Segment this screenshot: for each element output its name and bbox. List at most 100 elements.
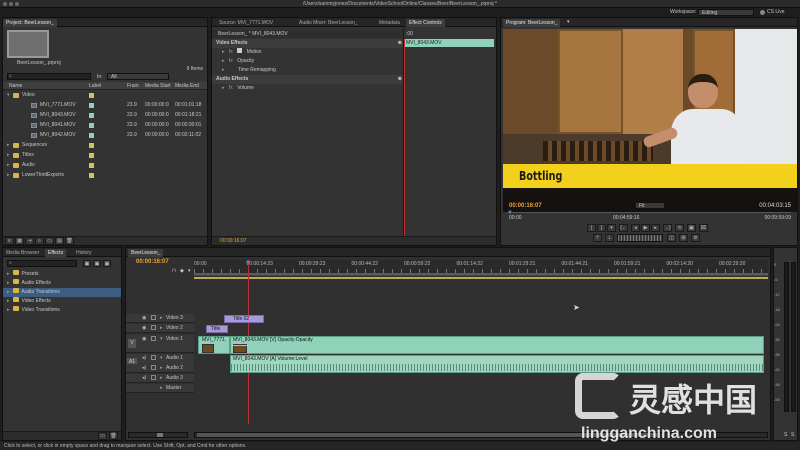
workspace-select[interactable]: Editing (698, 9, 754, 16)
expand-triangle-icon[interactable]: ▾ (7, 91, 10, 100)
ec-item-opacity[interactable]: ▸ fx Opacity (212, 57, 404, 66)
ec-clip-bar[interactable]: MVI_8043.MOV (404, 39, 494, 47)
snap-icon[interactable]: ⊓ (172, 268, 176, 274)
extract-icon[interactable]: ⇣ (605, 234, 614, 242)
delete-icon[interactable]: 🗑 (109, 432, 118, 440)
track-header[interactable]: ◂) ▸ Audio 2 (126, 364, 194, 373)
go-to-out-icon[interactable]: →} (663, 224, 672, 232)
project-folder-row[interactable]: ▸ LowerThirdExports (3, 171, 207, 180)
32bit-effects-icon[interactable]: ▣ (93, 260, 101, 267)
project-search-input[interactable]: ⌕ (7, 73, 91, 80)
fx-icon[interactable]: fx (229, 85, 233, 91)
program-ruler[interactable]: ▼ 00:00 00:04:59:16 00:09:59:09 (507, 210, 791, 224)
label-swatch[interactable] (89, 143, 94, 148)
ec-bottom-timecode[interactable]: 00:00:16:07 (220, 238, 246, 244)
tab-history[interactable]: History (73, 249, 95, 257)
icon-view-icon[interactable]: ▦ (15, 237, 24, 245)
ec-audio-toggle-icon[interactable]: ⊛ (398, 75, 402, 84)
eye-icon[interactable]: ◉ (142, 336, 146, 342)
tab-effects[interactable]: Effects (45, 249, 67, 257)
export-frame-icon[interactable]: ⌧ (699, 224, 708, 232)
lock-icon[interactable] (151, 375, 156, 380)
project-clip-row[interactable]: MVI_8043.MOV 23.9 00:00:00:0 00:01:18:21 (3, 111, 207, 120)
label-swatch[interactable] (89, 133, 94, 138)
project-folder-row[interactable]: ▸ Titles (3, 151, 207, 160)
project-clip-row[interactable]: MVI_8041.MOV 23.9 00:00:00:0 00:00:30:01 (3, 121, 207, 130)
program-menu-icon[interactable]: ▾ (567, 19, 570, 25)
effects-folder-row[interactable]: ▸ Presets (3, 270, 121, 279)
effects-search-input[interactable]: ⌕ (7, 260, 77, 267)
marker-icon[interactable]: ◆ (180, 268, 184, 274)
tab-audio-mixer[interactable]: Audio Mixer: BeerLesson_ (296, 19, 361, 27)
expand-triangle-icon[interactable]: ▸ (222, 58, 225, 64)
loop-icon[interactable]: ⟲ (675, 224, 684, 232)
list-view-icon[interactable]: ≡ (5, 237, 14, 245)
expand-triangle-icon[interactable]: ▸ (160, 315, 163, 321)
program-fit-select[interactable]: Fit (635, 202, 665, 209)
track-header[interactable]: V ◉ ▾ Video 1 (126, 335, 194, 353)
effects-folder-row[interactable]: ▸ Video Transitions (3, 306, 121, 315)
expand-triangle-icon[interactable]: ▸ (7, 141, 10, 150)
label-swatch[interactable] (89, 93, 94, 98)
multicam-icon[interactable]: ⊞ (679, 234, 688, 242)
expand-triangle-icon[interactable]: ▸ (222, 49, 225, 55)
mark-in-icon[interactable]: { (587, 224, 596, 232)
timeline-ruler[interactable]: 00:00 00:00:14:23 00:00:29:23 00:00:44:22 00… (194, 260, 768, 276)
new-bin-icon[interactable]: ▭ (98, 432, 107, 440)
clear-icon[interactable]: 🗑 (65, 237, 74, 245)
lock-icon[interactable] (151, 315, 156, 320)
play-icon[interactable]: ▶ (641, 224, 650, 232)
eye-icon[interactable]: ◉ (142, 315, 146, 321)
col-frame[interactable]: Fram (127, 82, 139, 90)
col-label[interactable]: Label (89, 82, 101, 90)
track-header[interactable]: ◂) ▸ Audio 3 (126, 374, 194, 383)
lift-icon[interactable]: ⇡ (593, 234, 602, 242)
yuv-effects-icon[interactable]: ▣ (103, 260, 111, 267)
expand-triangle-icon[interactable]: ▸ (7, 171, 10, 180)
project-folder-row[interactable]: ▾ Video (3, 91, 207, 100)
tab-sequence[interactable]: BeerLesson_ (128, 249, 164, 257)
track-header[interactable]: ◉ ▸ Video 3 (126, 314, 194, 323)
source-patch-video[interactable]: V (128, 339, 136, 348)
safe-margins-icon[interactable]: ▣ (687, 224, 696, 232)
fx-icon[interactable]: fx (229, 49, 233, 55)
tab-program[interactable]: Program: BeerLesson_ (503, 19, 561, 27)
expand-triangle-icon[interactable]: ▸ (7, 289, 10, 295)
find-icon[interactable]: ⌕ (35, 237, 44, 245)
clip-title[interactable]: Title (206, 325, 228, 333)
expand-triangle-icon[interactable]: ▸ (160, 325, 163, 331)
cs-live-label[interactable]: CS Live (767, 9, 785, 15)
clip-mvi-7771[interactable]: MVI_7771. (198, 336, 230, 354)
program-timecode[interactable]: 00:00:16:07 (509, 203, 542, 209)
effects-folder-row[interactable]: ▸ Video Effects (3, 297, 121, 306)
speaker-icon[interactable]: ◂) (142, 375, 146, 381)
project-folder-row[interactable]: ▸ Sequences (3, 141, 207, 150)
marker-icon[interactable]: ▾ (607, 224, 616, 232)
label-swatch[interactable] (89, 173, 94, 178)
work-area-bar[interactable] (194, 273, 768, 275)
keyframe-icon[interactable]: ▾ (188, 268, 191, 274)
track-header[interactable]: ▸ Master (126, 384, 194, 393)
ec-item-time-remapping[interactable]: ▸ Time Remapping (212, 66, 404, 75)
mark-out-icon[interactable]: } (597, 224, 606, 232)
jog-shuttle[interactable] (617, 234, 663, 242)
zoom-slider[interactable] (128, 432, 188, 438)
settings-icon[interactable]: ⚙ (691, 234, 700, 242)
opacity-line[interactable] (231, 345, 763, 346)
expand-triangle-icon[interactable]: ▸ (7, 298, 10, 304)
tab-metadata[interactable]: Metadata (376, 19, 403, 27)
clip-mvi-8043-video[interactable]: MVI_8043.MOV [V] Opacity:Opacity (230, 336, 764, 354)
label-swatch[interactable] (89, 113, 94, 118)
expand-triangle-icon[interactable]: ▸ (7, 151, 10, 160)
ec-item-motion[interactable]: ▸ fx Motion (212, 48, 404, 57)
expand-triangle-icon[interactable]: ▸ (160, 375, 163, 381)
ec-video-toggle-icon[interactable]: ⊛ (398, 39, 402, 48)
effects-folder-row[interactable]: ▸ Audio Effects (3, 279, 121, 288)
label-swatch[interactable] (89, 103, 94, 108)
cs-live-icon[interactable] (760, 10, 765, 15)
clip-title-02[interactable]: Title 02 (224, 315, 264, 323)
speaker-icon[interactable]: ◂) (142, 365, 146, 371)
expand-triangle-icon[interactable]: ▾ (160, 355, 163, 361)
project-folder-row[interactable]: ▸ Audio (3, 161, 207, 170)
lock-icon[interactable] (151, 325, 156, 330)
